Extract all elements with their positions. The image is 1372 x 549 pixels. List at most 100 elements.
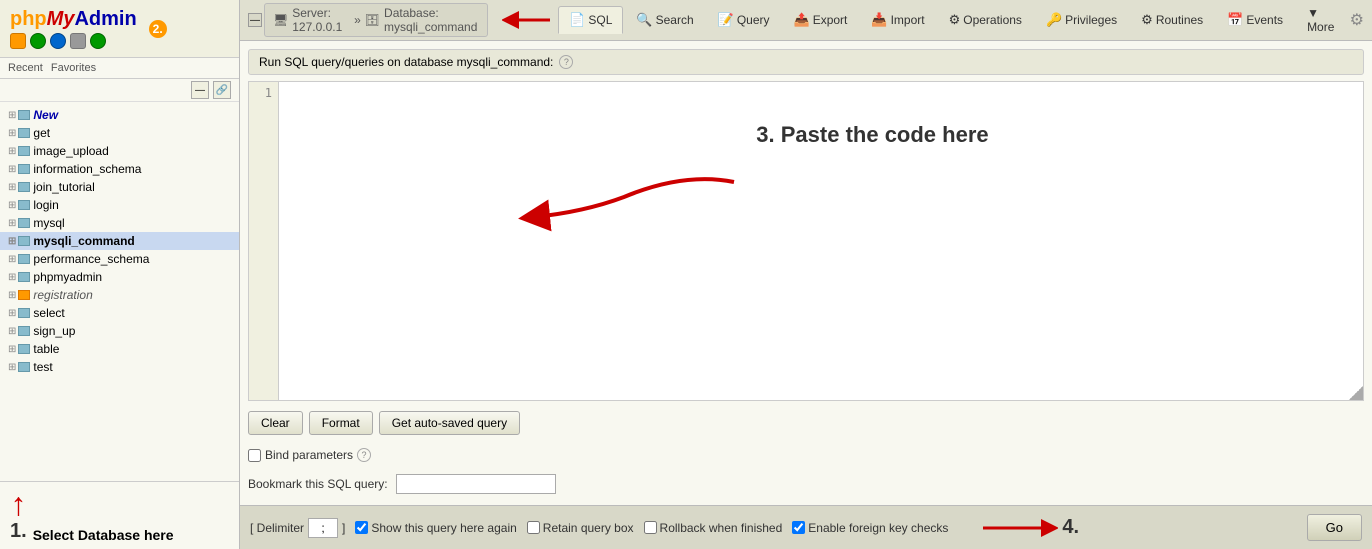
help-icon[interactable]: ?: [559, 55, 573, 69]
tree-item-image-upload[interactable]: ⊞ image_upload: [0, 142, 239, 160]
tab-export[interactable]: 📤 Export: [783, 6, 859, 34]
foreign-key-label[interactable]: Enable foreign key checks: [792, 521, 948, 535]
logo-text: phpMyAdmin: [10, 8, 137, 31]
show-again-checkbox[interactable]: [355, 521, 368, 534]
logo-icon-circle-blue: [50, 33, 66, 49]
db-name: mysqli_command: [33, 234, 134, 248]
collapse-icon[interactable]: —: [191, 81, 209, 99]
format-button[interactable]: Format: [309, 411, 373, 435]
expand-icon: ⊞: [8, 110, 16, 121]
tree-item-phpmyadmin[interactable]: ⊞ phpmyadmin: [0, 268, 239, 286]
expand-icon: ⊞: [8, 182, 16, 193]
delimiter-close-label: ]: [342, 521, 345, 535]
bottombar: [ Delimiter ] Show this query here again…: [240, 505, 1372, 549]
tab-routines[interactable]: ⚙ Routines: [1130, 6, 1214, 34]
expand-icon: ⊞: [8, 164, 16, 175]
tree-item-mysql[interactable]: ⊞ mysql: [0, 214, 239, 232]
tree-new-item[interactable]: ⊞ New: [0, 106, 239, 124]
db-icon: [18, 128, 30, 138]
expand-icon: ⊞: [8, 362, 16, 373]
auto-saved-button[interactable]: Get auto-saved query: [379, 411, 520, 435]
tree-item-information-schema[interactable]: ⊞ information_schema: [0, 160, 239, 178]
tree-item-login[interactable]: ⊞ login: [0, 196, 239, 214]
step4-arrow: [978, 513, 1058, 543]
sql-tab-icon: 📄: [569, 12, 585, 28]
show-again-label[interactable]: Show this query here again: [355, 521, 516, 535]
db-name: join_tutorial: [33, 180, 94, 194]
db-icon: [18, 362, 30, 372]
db-icon: [18, 326, 30, 336]
bind-params-label[interactable]: Bind parameters: [265, 448, 353, 462]
tab-privileges-label: Privileges: [1065, 13, 1117, 27]
step-badge-2: 2.: [149, 20, 167, 38]
search-tab-icon: 🔍: [636, 12, 652, 28]
bookmark-label: Bookmark this SQL query:: [248, 477, 388, 491]
rollback-checkbox[interactable]: [644, 521, 657, 534]
db-icon: [18, 200, 30, 210]
favorites-link[interactable]: Favorites: [51, 62, 96, 74]
bind-params-checkbox[interactable]: [248, 449, 261, 462]
tab-operations-label: Operations: [963, 13, 1022, 27]
db-icon-breadcrumb: 🗄: [365, 13, 380, 27]
tree-item-mysqli-command[interactable]: ⊞ mysqli_command: [0, 232, 239, 250]
tab-query[interactable]: 📝 Query: [707, 6, 781, 34]
settings-gear-icon[interactable]: ⚙: [1350, 12, 1364, 29]
tree-item-get[interactable]: ⊞ get: [0, 124, 239, 142]
db-icon-orange: [18, 290, 30, 300]
breadcrumb-sep: »: [354, 13, 361, 27]
expand-icon: ⊞: [8, 218, 16, 229]
tree-item-performance-schema[interactable]: ⊞ performance_schema: [0, 250, 239, 268]
tab-sql-label: SQL: [588, 13, 612, 27]
sql-section-header: Run SQL query/queries on database mysqli…: [248, 49, 1364, 75]
tree-item-sign-up[interactable]: ⊞ sign_up: [0, 322, 239, 340]
tab-privileges[interactable]: 🔑 Privileges: [1035, 6, 1128, 34]
rollback-label[interactable]: Rollback when finished: [644, 521, 783, 535]
annotation-arrow: [502, 5, 552, 35]
content-area: Run SQL query/queries on database mysqli…: [240, 41, 1372, 505]
breadcrumb-server: Server: 127.0.0.1: [292, 6, 350, 34]
tab-more[interactable]: ▼ More: [1296, 0, 1348, 40]
import-tab-icon: 📥: [871, 12, 887, 28]
db-icon: [18, 236, 30, 246]
tree-item-table[interactable]: ⊞ table: [0, 340, 239, 358]
retain-box-checkbox[interactable]: [527, 521, 540, 534]
breadcrumb-db: Database: mysqli_command: [384, 6, 479, 34]
sidebar: phpMyAdmin 2. Recent Favorites — 🔗 ⊞ New: [0, 0, 240, 549]
go-button[interactable]: Go: [1307, 514, 1362, 541]
retain-box-label[interactable]: Retain query box: [527, 521, 634, 535]
tab-events[interactable]: 📅 Events: [1216, 6, 1294, 34]
expand-icon: ⊞: [8, 146, 16, 157]
bind-params-help-icon[interactable]: ?: [357, 448, 371, 462]
logo-admin: Admin: [74, 8, 136, 30]
tree-item-join-tutorial[interactable]: ⊞ join_tutorial: [0, 178, 239, 196]
db-name: information_schema: [33, 162, 141, 176]
sql-editor[interactable]: [279, 82, 1363, 400]
tree-item-select[interactable]: ⊞ select: [0, 304, 239, 322]
tab-operations[interactable]: ⚙ Operations: [938, 6, 1033, 34]
tab-sql[interactable]: 📄 SQL: [558, 6, 623, 34]
tab-search[interactable]: 🔍 Search: [625, 6, 704, 34]
tab-import[interactable]: 📥 Import: [860, 6, 935, 34]
tree-item-test[interactable]: ⊞ test: [0, 358, 239, 376]
db-icon: [18, 218, 30, 228]
db-icon-new: [18, 110, 30, 120]
line-numbers: 1: [249, 82, 279, 400]
recent-link[interactable]: Recent: [8, 62, 43, 74]
link-icon[interactable]: 🔗: [213, 81, 231, 99]
minimize-icon[interactable]: —: [248, 13, 262, 27]
db-name: registration: [33, 288, 92, 302]
sidebar-logo: phpMyAdmin 2.: [0, 0, 239, 58]
arrow-up-icon: ↑: [10, 488, 26, 520]
logo-icon-gear: [70, 33, 86, 49]
delimiter-input[interactable]: [308, 518, 338, 538]
db-name: table: [33, 342, 59, 356]
clear-button[interactable]: Clear: [248, 411, 303, 435]
foreign-key-checkbox[interactable]: [792, 521, 805, 534]
resize-handle[interactable]: [1349, 386, 1363, 400]
bookmark-input[interactable]: [396, 474, 556, 494]
tree-item-registration[interactable]: ⊞ registration: [0, 286, 239, 304]
step1-badge: 1.: [10, 520, 27, 543]
sidebar-tree: ⊞ New ⊞ get ⊞ image_upload ⊞ information…: [0, 102, 239, 481]
sql-editor-container: 1 3. Paste the code here: [248, 81, 1364, 401]
db-icon: [18, 182, 30, 192]
